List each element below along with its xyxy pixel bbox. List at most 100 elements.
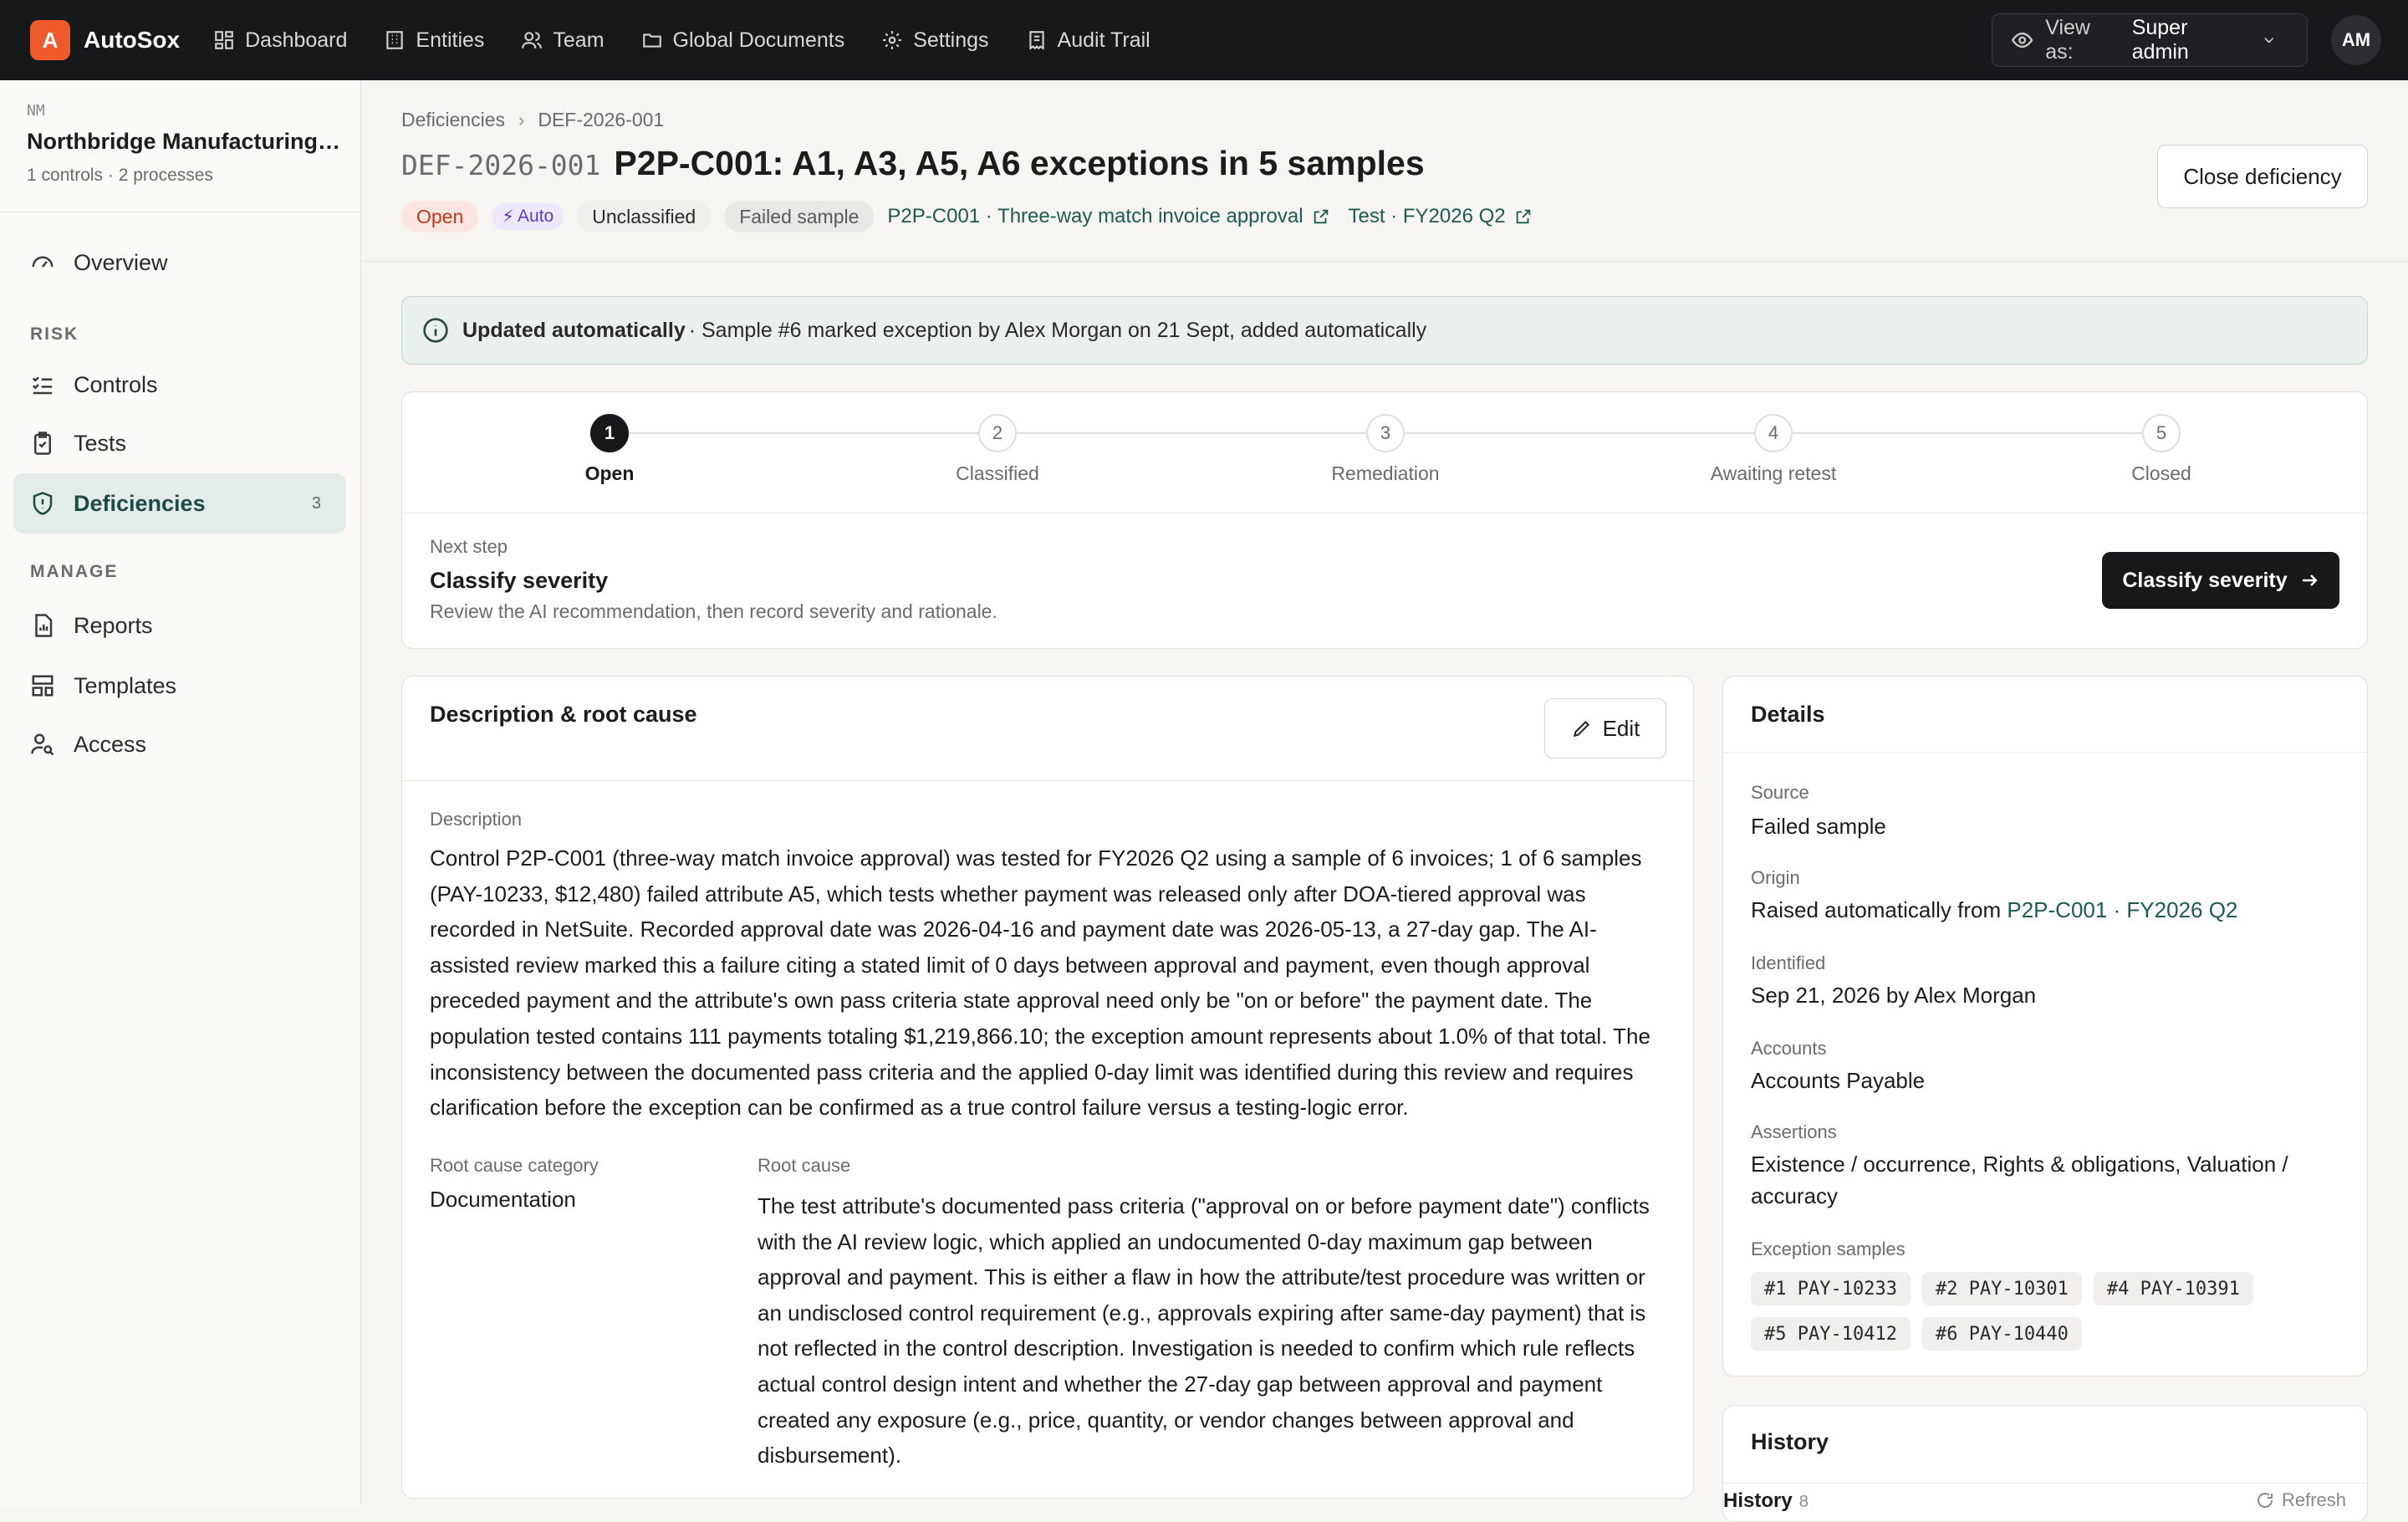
nav-entities[interactable]: Entities (384, 28, 484, 53)
refresh-icon (2258, 1493, 2273, 1508)
description-label: Description (430, 809, 523, 830)
step-remediation: 3 Remediation (1285, 414, 1486, 485)
next-step-label: Next step (430, 536, 508, 557)
description-card-title: Description & root cause (430, 702, 697, 727)
sample-tag[interactable]: #1 PAY-10233 (1751, 1272, 1911, 1305)
sample-tag[interactable]: #6 PAY-10440 (1921, 1317, 2082, 1351)
deficiency-title: P2P-C001: A1, A3, A5, A6 exceptions in 5… (614, 144, 1425, 182)
step-label: Awaiting retest (1710, 462, 1837, 484)
sidebar-section-risk: RISK (30, 324, 79, 344)
shield-icon (33, 492, 53, 515)
nav-team-label: Team (553, 28, 605, 52)
user-key-icon (31, 733, 54, 756)
org-name[interactable]: Northbridge Manufacturing Co. (27, 129, 344, 155)
nav-global-documents[interactable]: Global Documents (641, 28, 844, 53)
root-cause-label: Root cause (758, 1155, 851, 1176)
description-text: Control P2P-C001 (three-way match invoic… (430, 845, 1650, 1121)
folder-icon (642, 33, 661, 48)
refresh-button[interactable]: Refresh (2255, 1489, 2346, 1511)
dashboard-icon (215, 31, 233, 49)
card-divider (1723, 752, 2367, 753)
accounts-value: Accounts Payable (1751, 1068, 1926, 1093)
root-cause-category-label: Root cause category (430, 1155, 599, 1176)
app-name[interactable]: AutoSox (84, 27, 180, 54)
count-badge: 3 (311, 493, 321, 513)
nav-dashboard-label: Dashboard (245, 28, 348, 52)
sidebar-item-deficiencies[interactable]: Deficiencies 3 (13, 473, 346, 534)
sidebar: NM Northbridge Manufacturing Co. 1 contr… (0, 80, 361, 1505)
assertions-label: Assertions (1751, 1121, 1837, 1142)
close-deficiency-button[interactable]: Close deficiency (2157, 145, 2368, 208)
sidebar-item-templates[interactable]: Templates (13, 656, 346, 716)
card-divider (1723, 1483, 2367, 1484)
edit-button[interactable]: Edit (1544, 698, 1666, 758)
nav-settings-label: Settings (913, 28, 989, 52)
sidebar-item-controls[interactable]: Controls (13, 355, 346, 415)
header-divider (362, 261, 2408, 262)
sidebar-item-label: Templates (74, 672, 177, 698)
sidebar-section-manage: MANAGE (30, 562, 119, 581)
sidebar-item-tests[interactable]: Tests (13, 413, 346, 473)
origin-link[interactable]: P2P-C001 · FY2026 Q2 (2007, 897, 2237, 922)
sidebar-item-label: Reports (74, 612, 153, 638)
sidebar-item-overview[interactable]: Overview (13, 232, 346, 293)
org-abbr: NM (27, 102, 45, 120)
sidebar-item-access[interactable]: Access (13, 714, 346, 774)
sample-tag[interactable]: #4 PAY-10391 (2093, 1272, 2253, 1305)
external-link-icon (1314, 209, 1328, 224)
sidebar-item-label: Access (74, 731, 147, 757)
auto-badge-label: Auto (518, 207, 554, 226)
workflow-card: 1 Open 2 Classified 3 Remediation 4 Awai… (401, 391, 2368, 649)
eye-icon (2011, 32, 2033, 49)
step-label: Remediation (1331, 462, 1440, 484)
history-sub-label: History (1723, 1489, 1793, 1512)
refresh-label: Refresh (2282, 1489, 2347, 1510)
gauge-icon (32, 256, 54, 268)
control-link-label: P2P-C001 · Three-way match invoice appro… (887, 205, 1303, 227)
user-avatar[interactable]: AM (2331, 15, 2381, 65)
control-link[interactable]: P2P-C001 · Three-way match invoice appro… (887, 205, 1329, 228)
status-badge: Open (401, 201, 479, 232)
identified-value: Sep 21, 2026 by Alex Morgan (1751, 983, 2037, 1008)
bolt-icon: ⚡ (502, 207, 515, 227)
source-label: Source (1751, 782, 1809, 803)
sidebar-item-reports[interactable]: Reports (13, 595, 346, 656)
accounts-label: Accounts (1751, 1038, 1827, 1059)
gear-icon (883, 31, 902, 49)
sample-tag[interactable]: #5 PAY-10412 (1751, 1317, 1911, 1351)
step-number: 1 (590, 414, 629, 452)
step-classified: 2 Classified (897, 414, 1098, 485)
chevron-right-icon: › (518, 109, 525, 130)
nav-audit-trail[interactable]: Audit Trail (1026, 28, 1150, 53)
nav-team[interactable]: Team (521, 28, 605, 53)
source-badge: Failed sample (724, 201, 875, 232)
nav-audit-trail-label: Audit Trail (1057, 28, 1150, 52)
breadcrumb-parent[interactable]: Deficiencies (401, 109, 505, 131)
nav-settings[interactable]: Settings (881, 28, 989, 53)
step-closed: 5 Closed (2061, 414, 2262, 485)
history-subheader: History 8 (1723, 1489, 1809, 1513)
view-as-label: View as: (2045, 16, 2090, 64)
sample-tag[interactable]: #2 PAY-10301 (1921, 1272, 2082, 1305)
info-banner: Updated automatically · Sample #6 marked… (401, 296, 2368, 365)
app-logo[interactable]: A (30, 20, 70, 60)
sidebar-item-label: Controls (74, 371, 158, 397)
clipboard-icon (34, 432, 51, 455)
step-number: 2 (978, 414, 1017, 452)
chevron-down-icon (2263, 37, 2273, 43)
pencil-icon (1573, 720, 1589, 738)
building-icon (386, 31, 404, 49)
auto-badge: ⚡ Auto (492, 203, 564, 230)
exception-samples: #1 PAY-10233 #2 PAY-10301 #4 PAY-10391 #… (1751, 1272, 2344, 1362)
step-number: 4 (1754, 414, 1793, 452)
step-label: Open (584, 462, 635, 484)
layout-icon (32, 675, 54, 697)
status-chips: Open ⚡ Auto Unclassified Failed sample P2… (401, 201, 1551, 232)
description-card: Description & root cause Edit Descriptio… (401, 676, 1694, 1499)
view-as-select[interactable]: View as: Super admin (1992, 13, 2308, 67)
test-link[interactable]: Test · FY2026 Q2 (1349, 205, 1533, 228)
breadcrumb: Deficiencies › DEF-2026-001 (401, 109, 664, 131)
nav-dashboard[interactable]: Dashboard (213, 28, 347, 53)
details-card: Details Source Failed sample Origin Rais… (1722, 676, 2368, 1376)
classify-severity-button[interactable]: Classify severity (2102, 552, 2339, 609)
